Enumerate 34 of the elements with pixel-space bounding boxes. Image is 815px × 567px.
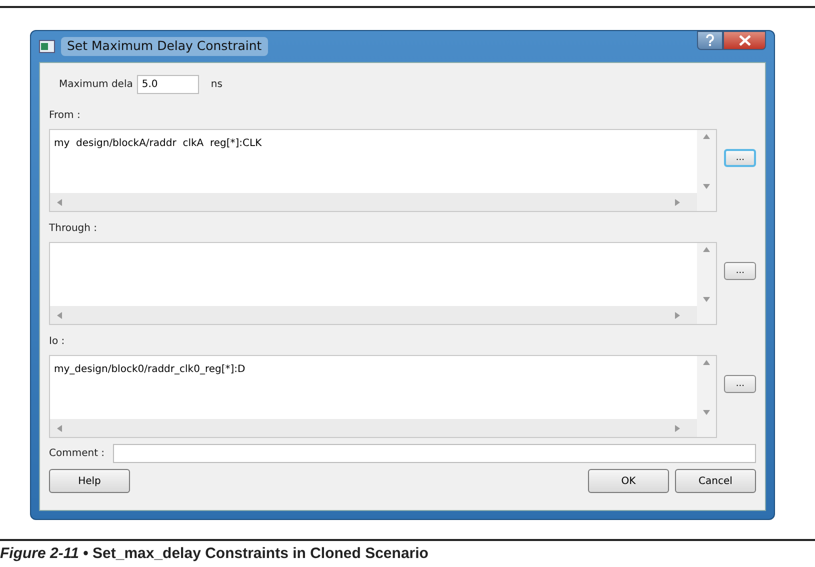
field-label: Through :: [49, 223, 98, 234]
unit-label: ns: [210, 78, 222, 92]
field-label: Maximum dela: [59, 78, 133, 92]
browse-button[interactable]: ...: [724, 262, 756, 280]
scroll-right-icon[interactable]: [675, 198, 682, 206]
window-title: Set Maximum Delay Constraint: [61, 37, 268, 56]
scroll-left-icon[interactable]: [56, 312, 62, 318]
list-input[interactable]: my design/blockA/raddr clkA reg[*]:CLK: [49, 129, 718, 212]
scroll-down-icon[interactable]: [703, 184, 710, 190]
field-label: Io :: [49, 336, 65, 347]
scroll-down-icon[interactable]: [703, 410, 710, 416]
browse-button[interactable]: ...: [724, 149, 756, 167]
scroll-right-icon[interactable]: [675, 424, 682, 432]
ok-button[interactable]: OK: [588, 469, 669, 493]
scroll-up-icon[interactable]: [703, 133, 710, 139]
scroll-up-icon[interactable]: [703, 246, 710, 252]
scroll-up-icon[interactable]: [703, 359, 710, 365]
browse-button[interactable]: ...: [724, 375, 756, 393]
cancel-button[interactable]: Cancel: [675, 469, 756, 493]
scroll-left-icon[interactable]: [56, 424, 62, 432]
help-button[interactable]: Help: [49, 469, 130, 493]
scroll-left-icon[interactable]: [56, 198, 62, 206]
delay-input[interactable]: 5.0: [136, 75, 199, 94]
close-icon[interactable]: [723, 31, 766, 50]
help-icon[interactable]: [697, 31, 723, 50]
list-input[interactable]: my_design/block0/raddr_clk0_reg[*]:D: [49, 355, 718, 438]
app-icon: [39, 40, 55, 53]
field-label: Comment :: [49, 447, 105, 461]
list-input[interactable]: [49, 242, 718, 325]
scroll-down-icon[interactable]: [703, 297, 710, 303]
scroll-right-icon[interactable]: [675, 312, 682, 318]
field-label: From :: [49, 110, 80, 121]
figure-caption: Figure 2-11 • Set_max_delay Constraints in Cloned Scenario: [0, 544, 430, 564]
comment-input[interactable]: [112, 444, 756, 463]
